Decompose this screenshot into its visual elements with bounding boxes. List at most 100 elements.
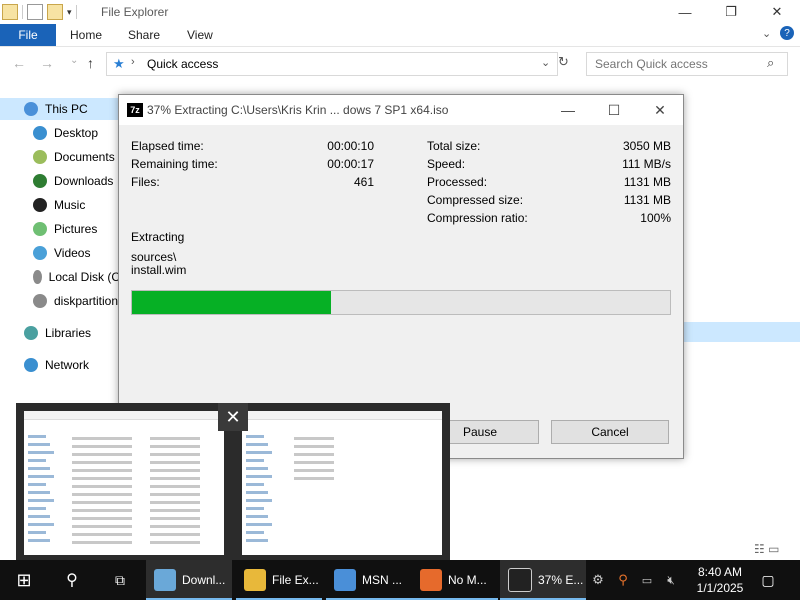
thumbnail-detail: [28, 467, 50, 470]
nav-item-label: Music: [54, 198, 86, 212]
taskbar-7zip[interactable]: 37% E...: [500, 560, 586, 600]
thumbnail-detail: [246, 523, 272, 526]
close-icon[interactable]: ✕: [218, 403, 248, 431]
tab-share[interactable]: Share: [128, 28, 160, 42]
nav-item-desktop[interactable]: Desktop: [0, 122, 120, 144]
stat-label: Remaining time:: [131, 157, 218, 171]
nav-item-local-disk[interactable]: Local Disk (C: [0, 266, 120, 288]
nav-item-videos[interactable]: Videos: [0, 242, 120, 264]
msn-icon: [334, 569, 356, 591]
thumbnail-detail: [28, 443, 50, 446]
window-thumbnail[interactable]: [242, 411, 442, 555]
refresh-icon[interactable]: ↻: [558, 54, 569, 70]
volume-muted-icon[interactable]: 🔇︎: [662, 560, 680, 600]
thumbnail-detail: [72, 485, 132, 488]
thumbnail-detail: [150, 501, 200, 504]
window-title: File Explorer: [101, 5, 169, 19]
thumbnail-detail: [28, 435, 46, 438]
nav-item-network[interactable]: Network: [0, 354, 120, 376]
search-icon[interactable]: ⚲: [60, 560, 84, 600]
address-bar[interactable]: ★ › Quick access ⌄: [106, 52, 558, 76]
taskbar-downloads[interactable]: Downl...: [146, 560, 232, 600]
nav-item-downloads[interactable]: Downloads: [0, 170, 120, 192]
recent-locations-icon[interactable]: ⌄: [70, 55, 78, 66]
nav-item-label: diskpartition: [54, 294, 119, 308]
search-box[interactable]: ⌕: [586, 52, 788, 76]
thumbnail-detail: [150, 445, 200, 448]
search-input[interactable]: [593, 56, 767, 72]
clock-date: 1/1/2025: [696, 581, 744, 595]
task-view-icon[interactable]: ⧉: [108, 560, 132, 600]
nav-item-pictures[interactable]: Pictures: [0, 218, 120, 240]
stat-label: Total size:: [427, 139, 481, 153]
stat-label: Compression ratio:: [427, 211, 528, 225]
nav-item-label: This PC: [45, 102, 88, 116]
tab-view[interactable]: View: [187, 28, 213, 42]
search-icon: ⌕: [767, 55, 775, 70]
divider: [22, 5, 23, 19]
thumbnail-detail: [150, 469, 200, 472]
new-folder-icon[interactable]: [47, 4, 63, 20]
stat-value: 100%: [640, 211, 671, 225]
thumbnail-detail: [28, 491, 50, 494]
customize-toolbar-icon[interactable]: ▾: [67, 7, 72, 18]
nav-item-music[interactable]: Music: [0, 194, 120, 216]
windows-start-icon[interactable]: ⊞: [12, 560, 36, 600]
maximize-button[interactable]: ☐: [591, 95, 637, 125]
thumbnail-detail: [246, 491, 268, 494]
close-button[interactable]: ✕: [754, 0, 800, 24]
stat-label: Compressed size:: [427, 193, 524, 207]
clock[interactable]: 8:40 AM 1/1/2025: [690, 564, 750, 596]
thumbnail-detail: [294, 437, 334, 440]
thumbnail-detail: [28, 499, 54, 502]
thumbnail-detail: [294, 445, 334, 448]
stat-label: Processed:: [427, 175, 488, 189]
minimize-button[interactable]: —: [662, 0, 708, 24]
tray-app-icon[interactable]: ⚙: [588, 560, 608, 600]
thumbnail-detail: [246, 451, 272, 454]
view-mode-icons[interactable]: ☷ ▭: [754, 542, 779, 556]
tab-home[interactable]: Home: [70, 28, 102, 42]
minimize-button[interactable]: —: [545, 95, 591, 125]
progress-fill: [132, 291, 332, 314]
nav-item-libraries[interactable]: Libraries: [0, 322, 120, 344]
taskbar-msn[interactable]: MSN ...: [326, 560, 412, 600]
chevron-down-icon[interactable]: ⌄: [762, 27, 771, 40]
taskbar-file-explorer[interactable]: File Ex...: [236, 560, 322, 600]
help-icon[interactable]: ?: [780, 26, 794, 40]
thumbnail-detail: [246, 515, 268, 518]
notifications-icon[interactable]: ▢: [758, 560, 778, 600]
properties-icon[interactable]: [27, 4, 43, 20]
nav-item-this-pc[interactable]: This PC: [0, 98, 120, 120]
thumbnail-detail: [28, 523, 54, 526]
back-arrow-icon[interactable]: ←: [12, 55, 26, 71]
nav-item-disk-partition[interactable]: diskpartition: [0, 290, 120, 312]
taskbar-firefox[interactable]: No M...: [412, 560, 498, 600]
forward-arrow-icon[interactable]: →: [40, 55, 54, 71]
thumbnail-detail: [150, 533, 200, 536]
thumbnail-detail: [28, 475, 54, 478]
divider: [75, 5, 77, 19]
nav-item-label: Desktop: [54, 126, 99, 140]
downloads-icon: [154, 569, 176, 591]
thumbnail-detail: [72, 461, 132, 464]
nav-item-label: Libraries: [45, 326, 92, 340]
nav-item-label: Documents: [54, 150, 115, 164]
network-icon[interactable]: ▭: [638, 560, 656, 600]
thumbnail-detail: [150, 485, 200, 488]
tray-search-icon[interactable]: ⚲: [614, 560, 632, 600]
thumbnail-detail: [72, 541, 132, 544]
chevron-down-icon[interactable]: ⌄: [541, 56, 550, 69]
nav-item-documents[interactable]: Documents: [0, 146, 120, 168]
nav-item-label: Downloads: [54, 174, 114, 188]
thumbnail-detail: [246, 467, 268, 470]
close-button[interactable]: ✕: [637, 95, 683, 125]
up-arrow-icon[interactable]: ↑: [87, 55, 94, 71]
dialog-title: 37% Extracting C:\Users\Kris Krin ... do…: [147, 103, 449, 117]
disk-partition-icon: [33, 294, 47, 308]
window-thumbnail[interactable]: [24, 411, 224, 555]
maximize-button[interactable]: ❐: [708, 0, 754, 24]
thumbnail-detail: [28, 531, 46, 534]
cancel-button[interactable]: Cancel: [551, 420, 669, 444]
tab-file[interactable]: File: [0, 24, 56, 46]
